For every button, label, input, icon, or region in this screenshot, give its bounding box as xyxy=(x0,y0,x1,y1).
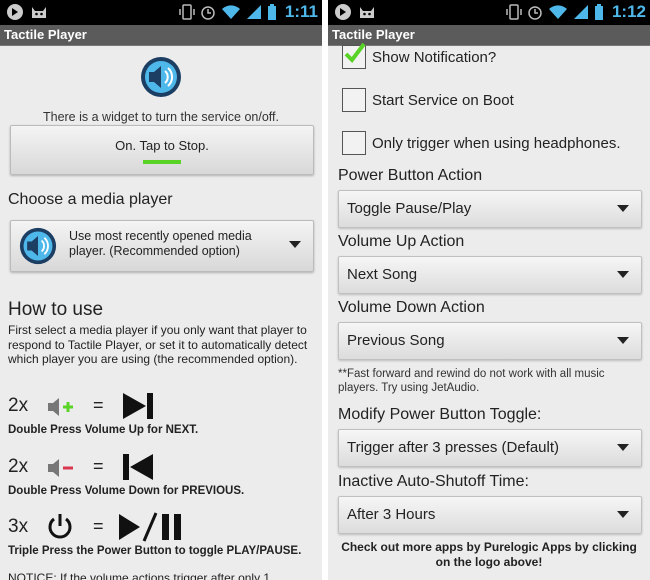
checkbox-label: Start Service on Boot xyxy=(372,92,514,109)
gesture-count: 2x xyxy=(8,456,29,477)
volume-down-icon xyxy=(48,459,73,477)
speaker-play-icon xyxy=(141,57,181,97)
gesture-caption: Double Press Volume Down for PREVIOUS. xyxy=(8,485,245,497)
volume-up-icon xyxy=(48,398,73,416)
battery-icon xyxy=(594,4,603,20)
equals-sign: = xyxy=(93,395,104,415)
volume-down-spinner[interactable]: Previous Song xyxy=(338,322,642,360)
modify-toggle-spinner[interactable]: Trigger after 3 presses (Default) xyxy=(338,429,642,467)
equals-sign: = xyxy=(93,516,104,536)
media-notification-icon xyxy=(335,4,351,20)
spinner-value: Previous Song xyxy=(347,332,445,349)
power-action-spinner[interactable]: Toggle Pause/Play xyxy=(338,190,642,228)
app-title: Tactile Player xyxy=(4,27,87,42)
volume-up-heading: Volume Up Action xyxy=(338,233,465,250)
media-player-spinner[interactable]: Use most recently opened media player. (… xyxy=(10,220,314,272)
gesture-count: 2x xyxy=(8,395,29,416)
fast-forward-note: **Fast forward and rewind do not work wi… xyxy=(338,368,605,394)
spinner-value: Toggle Pause/Play xyxy=(347,200,472,217)
status-bar: 1:11 xyxy=(0,0,322,25)
equals-sign: = xyxy=(93,456,104,476)
alarm-icon xyxy=(528,6,542,20)
cat-app-icon xyxy=(32,7,46,18)
right-screen: 1:12 Tactile Player Show Notification? S… xyxy=(328,0,650,580)
dropdown-arrow-icon xyxy=(617,205,629,212)
shutoff-spinner[interactable]: After 3 Hours xyxy=(338,496,642,534)
next-track-icon xyxy=(123,393,153,419)
media-player-value: Use most recently opened media player. (… xyxy=(69,229,252,258)
toggle-button-label: On. Tap to Stop. xyxy=(115,138,209,153)
choose-player-heading: Choose a media player xyxy=(8,191,173,208)
action-bar: Tactile Player xyxy=(0,25,322,46)
show-notification-checkbox-row[interactable]: Show Notification? xyxy=(328,42,650,72)
checkmark-icon xyxy=(344,42,366,64)
gesture-count: 3x xyxy=(8,516,29,537)
vibrate-icon xyxy=(179,4,195,20)
spinner-value: After 3 Hours xyxy=(347,506,436,523)
gesture-caption: Double Press Volume Up for NEXT. xyxy=(8,424,199,436)
how-to-use-text: First select a media player if you only … xyxy=(8,323,308,366)
gesture-caption: Triple Press the Power Button to toggle … xyxy=(8,545,302,557)
dropdown-arrow-icon xyxy=(289,241,301,248)
dropdown-arrow-icon xyxy=(617,444,629,451)
alarm-icon xyxy=(201,6,215,20)
wifi-icon xyxy=(221,5,240,20)
start-on-boot-checkbox-row[interactable]: Start Service on Boot xyxy=(328,87,650,115)
media-notification-icon xyxy=(7,4,23,20)
play-pause-icon xyxy=(119,512,181,542)
toggle-state-indicator xyxy=(143,160,181,164)
widget-hint: There is a widget to turn the service on… xyxy=(42,110,279,124)
checkbox[interactable] xyxy=(342,42,366,69)
spinner-value: Trigger after 3 presses (Default) xyxy=(347,439,560,456)
checkbox-label: Only trigger when using headphones. xyxy=(372,135,621,152)
footer-text: Check out more apps by Purelogic Apps by… xyxy=(341,540,637,569)
volume-down-heading: Volume Down Action xyxy=(338,299,485,316)
action-bar: Tactile Player xyxy=(328,25,650,46)
left-screen: 1:11 Tactile Player There is a widget to… xyxy=(0,0,322,580)
service-toggle-button[interactable]: On. Tap to Stop. xyxy=(10,125,314,175)
how-to-use-heading: How to use xyxy=(8,299,104,320)
dropdown-arrow-icon xyxy=(617,511,629,518)
notice-text: NOTICE: If the volume actions trigger af… xyxy=(8,571,271,580)
checkbox-label: Show Notification? xyxy=(372,49,497,66)
cat-app-icon xyxy=(360,7,374,18)
status-bar: 1:12 xyxy=(328,0,650,25)
modify-toggle-heading: Modify Power Button Toggle: xyxy=(338,406,542,423)
checkbox[interactable] xyxy=(342,88,366,112)
power-icon xyxy=(48,514,72,539)
previous-track-icon xyxy=(123,454,153,480)
vibrate-icon xyxy=(506,4,522,20)
shutoff-heading: Inactive Auto-Shutoff Time: xyxy=(338,473,529,490)
signal-icon xyxy=(573,5,588,19)
status-time: 1:12 xyxy=(611,2,646,21)
checkbox[interactable] xyxy=(342,131,366,155)
speaker-play-icon xyxy=(19,227,57,265)
dropdown-arrow-icon xyxy=(617,337,629,344)
power-action-heading: Power Button Action xyxy=(338,167,483,184)
wifi-icon xyxy=(548,5,567,20)
battery-icon xyxy=(267,4,276,20)
spinner-value: Next Song xyxy=(347,266,418,283)
headphones-only-checkbox-row[interactable]: Only trigger when using headphones. xyxy=(328,130,650,158)
dropdown-arrow-icon xyxy=(617,271,629,278)
status-time: 1:11 xyxy=(284,2,318,21)
volume-up-spinner[interactable]: Next Song xyxy=(338,256,642,294)
signal-icon xyxy=(246,5,261,19)
